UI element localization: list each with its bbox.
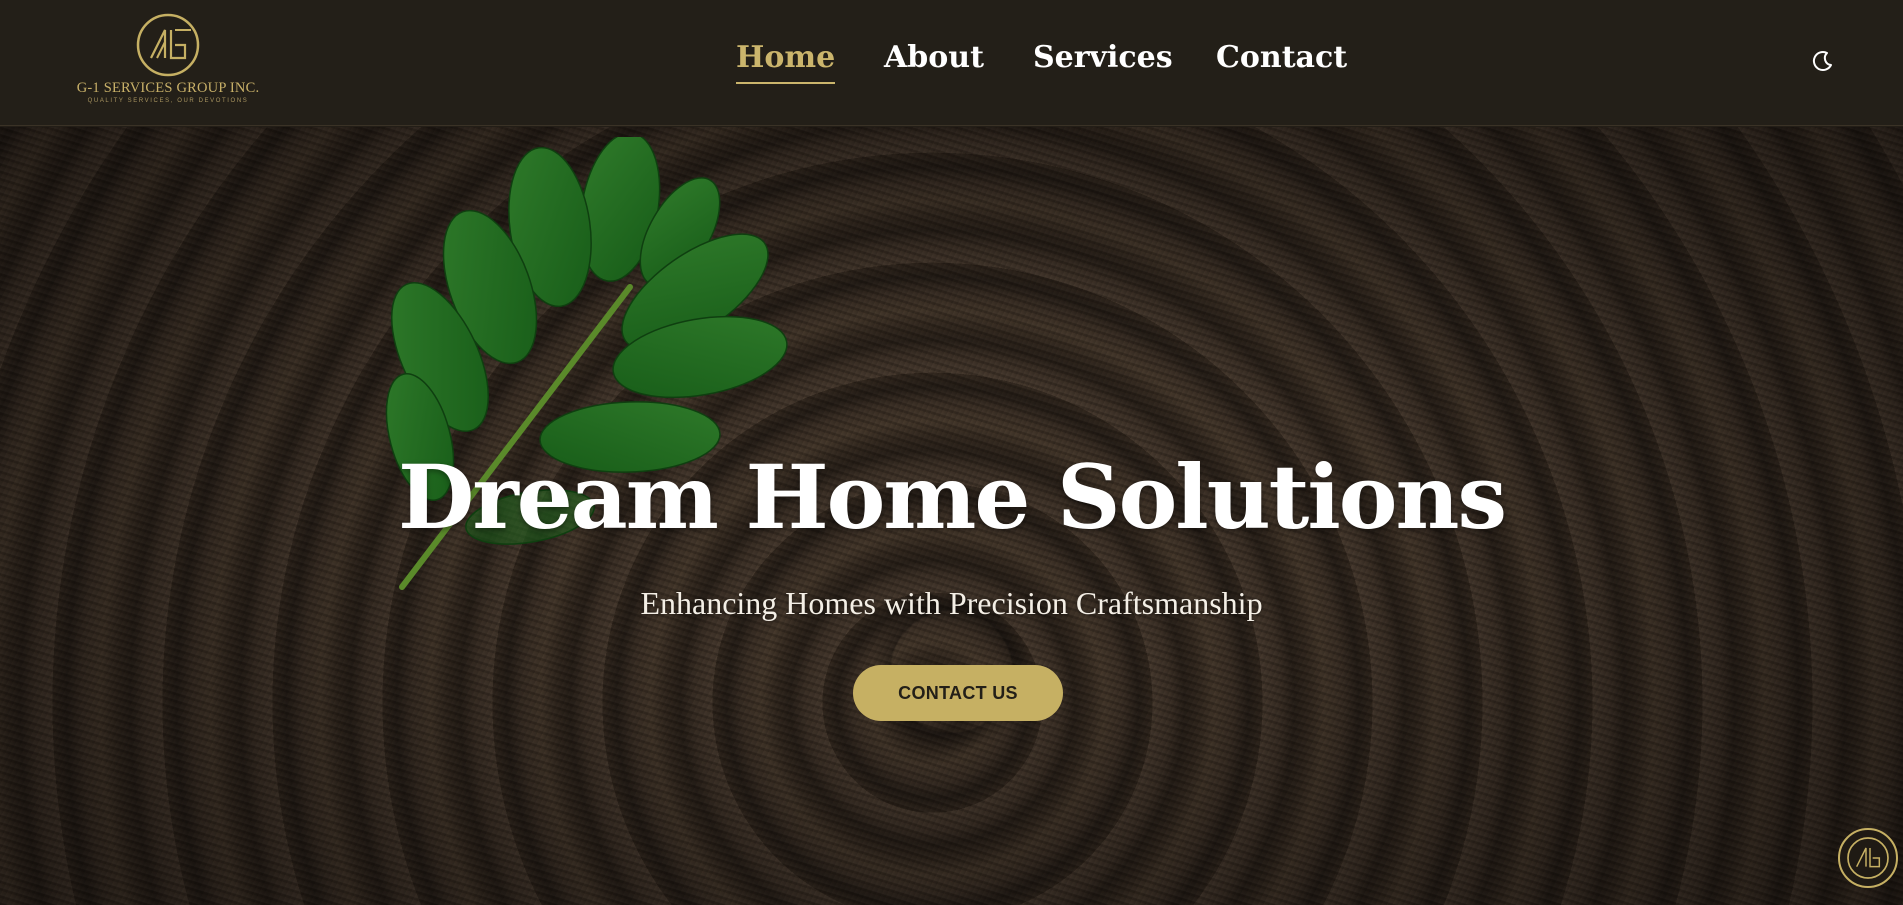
brand-logo[interactable]: G-1 SERVICES GROUP INC. QUALITY SERVICES… [76, 12, 260, 108]
hero-subtitle: Enhancing Homes with Precision Craftsman… [640, 585, 1263, 621]
nav-item-home[interactable]: Home [736, 38, 836, 84]
g1-monogram-icon [136, 13, 200, 77]
hero-title: Dream Home Solutions [398, 445, 1507, 549]
g1-monogram-icon [1847, 837, 1889, 879]
theme-toggle-button[interactable] [1810, 48, 1836, 74]
nav-item-about[interactable]: About [884, 38, 984, 78]
brand-name: G-1 SERVICES GROUP INC. [76, 80, 260, 96]
nav-item-contact[interactable]: Contact [1216, 38, 1347, 78]
nav-item-services[interactable]: Services [1033, 38, 1173, 78]
site-header: G-1 SERVICES GROUP INC. QUALITY SERVICES… [0, 0, 1903, 126]
hero-section: Dream Home Solutions Enhancing Homes wit… [0, 127, 1903, 905]
moon-icon [1812, 51, 1832, 72]
floating-logo-button[interactable] [1838, 828, 1898, 888]
brand-tagline: QUALITY SERVICES, OUR DEVOTIONS [87, 98, 249, 104]
contact-us-button[interactable]: CONTACT US [853, 665, 1063, 721]
